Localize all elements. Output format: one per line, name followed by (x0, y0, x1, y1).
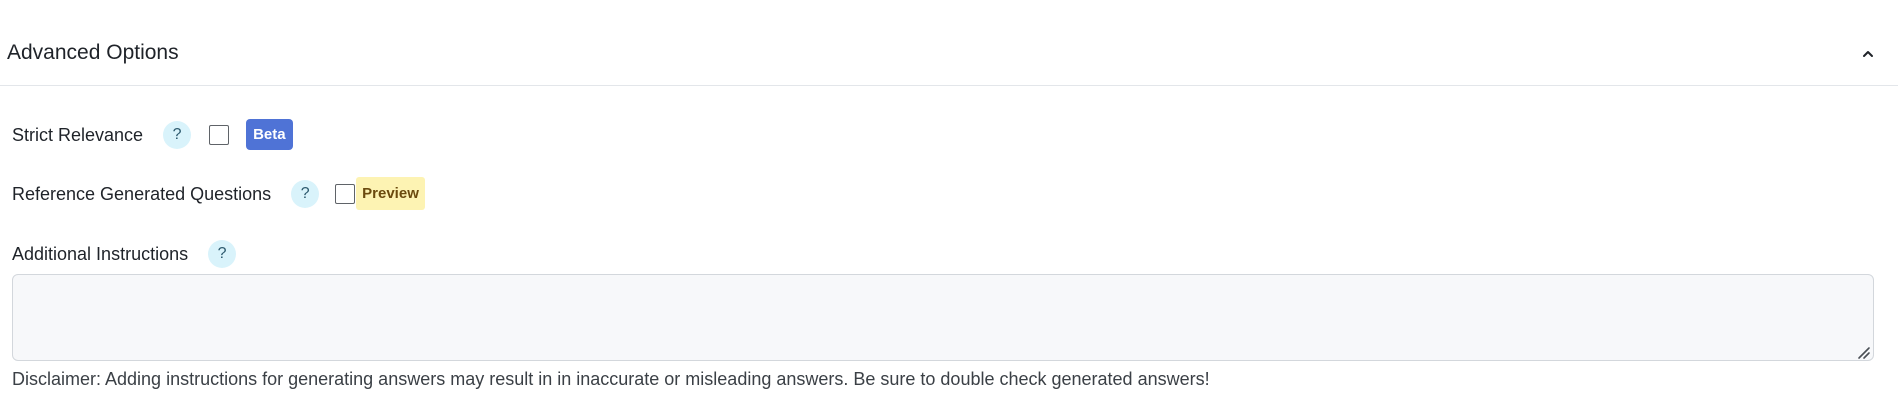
strict-relevance-row: Strict Relevance ? Beta (12, 119, 293, 150)
chevron-up-icon[interactable] (1856, 42, 1880, 66)
help-icon[interactable]: ? (163, 120, 192, 149)
additional-instructions-textarea[interactable] (12, 274, 1874, 361)
help-icon[interactable]: ? (208, 240, 237, 268)
reference-generated-questions-checkbox[interactable] (335, 183, 356, 204)
strict-relevance-checkbox[interactable] (209, 124, 230, 145)
reference-generated-questions-label: Reference Generated Questions (12, 183, 272, 204)
advanced-options-panel: Advanced Options Strict Relevance ? Beta… (0, 0, 1898, 408)
additional-instructions-label: Additional Instructions (12, 244, 189, 264)
strict-relevance-label: Strict Relevance (12, 124, 144, 145)
section-title: Advanced Options (7, 41, 179, 64)
preview-badge: Preview (356, 177, 425, 210)
resize-handle-icon[interactable] (1855, 344, 1871, 360)
disclaimer-text: Disclaimer: Adding instructions for gene… (12, 369, 1210, 389)
beta-badge: Beta (246, 119, 293, 150)
help-icon[interactable]: ? (291, 179, 320, 208)
additional-instructions-row: Additional Instructions ? (12, 240, 237, 268)
advanced-options-header[interactable]: Advanced Options (0, 0, 1898, 86)
reference-generated-questions-row: Reference Generated Questions ? Preview (12, 177, 425, 210)
